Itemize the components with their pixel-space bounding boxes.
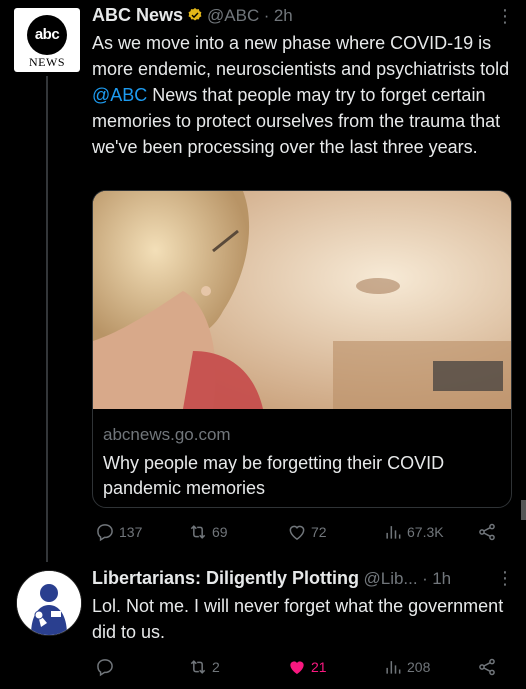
- retweet-icon: [190, 525, 206, 539]
- retweet-count: 69: [212, 524, 228, 540]
- views-button[interactable]: 67.3K: [383, 522, 444, 542]
- share-icon: [479, 523, 495, 541]
- author-handle[interactable]: @Lib...: [363, 569, 417, 588]
- libertarians-avatar[interactable]: [16, 570, 82, 636]
- views-count: 208: [407, 659, 431, 675]
- like-count: 72: [311, 524, 327, 540]
- views-icon: [386, 526, 401, 539]
- abc-news-avatar[interactable]: abc NEWS: [14, 8, 80, 72]
- card-title: Why people may be forgetting their COVID…: [103, 453, 445, 498]
- reply-count: 137: [119, 524, 143, 540]
- abc-logo-news-text: NEWS: [29, 55, 65, 69]
- author-name[interactable]: ABC News: [92, 5, 183, 25]
- link-card[interactable]: abcnews.go.com Why people may be forgett…: [92, 190, 512, 508]
- more-options-icon[interactable]: ⋮: [496, 568, 514, 589]
- tweet2-text: Lol. Not me. I will never forget what th…: [92, 596, 504, 642]
- share-icon: [479, 658, 495, 676]
- reply-icon: [97, 659, 113, 677]
- author-name[interactable]: Libertarians: Diligently Plotting: [92, 568, 359, 588]
- reply-icon: [97, 524, 113, 542]
- scrollbar[interactable]: [521, 500, 526, 520]
- tweet-text-after: News that people may try to forget certa…: [92, 85, 501, 157]
- retweet-button[interactable]: 69: [188, 522, 228, 542]
- tweet2-header: Libertarians: Diligently Plotting @Lib..…: [92, 568, 451, 589]
- tweet-time[interactable]: 1h: [432, 569, 451, 588]
- card-domain: abcnews.go.com: [103, 425, 231, 444]
- card-image: [93, 191, 511, 409]
- retweet-count: 2: [212, 659, 220, 675]
- like-button[interactable]: 72: [287, 522, 327, 542]
- views-button[interactable]: 208: [383, 657, 430, 677]
- retweet-button[interactable]: 2: [188, 657, 220, 677]
- libertarians-avatar-image: [17, 571, 81, 635]
- like-button[interactable]: 21: [287, 657, 327, 677]
- tweet-header: ABC News @ABC · 2h: [92, 5, 293, 26]
- mention-link[interactable]: @ABC: [92, 85, 147, 105]
- retweet-icon: [190, 660, 206, 674]
- author-handle[interactable]: @ABC: [207, 6, 259, 25]
- separator-dot: ·: [422, 569, 428, 588]
- tweet-text-before: As we move into a new phase where COVID-…: [92, 33, 510, 79]
- tweet-text: As we move into a new phase where COVID-…: [92, 30, 517, 160]
- heart-icon: [289, 525, 305, 540]
- thread-line: [46, 76, 48, 562]
- heart-filled-icon: [290, 661, 304, 675]
- views-icon: [386, 661, 401, 674]
- views-count: 67.3K: [407, 524, 444, 540]
- abc-logo: abc: [27, 15, 67, 55]
- woman-photo: [93, 191, 511, 409]
- more-options-icon[interactable]: ⋮: [496, 6, 514, 27]
- verified-badge-icon: [188, 8, 202, 21]
- reply-button[interactable]: [95, 657, 119, 677]
- share-button[interactable]: [477, 522, 497, 542]
- tweet-time[interactable]: 2h: [274, 6, 293, 25]
- like-count: 21: [311, 659, 327, 675]
- share-button[interactable]: [477, 657, 497, 677]
- separator-dot: ·: [263, 6, 270, 25]
- reply-button[interactable]: 137: [95, 522, 142, 542]
